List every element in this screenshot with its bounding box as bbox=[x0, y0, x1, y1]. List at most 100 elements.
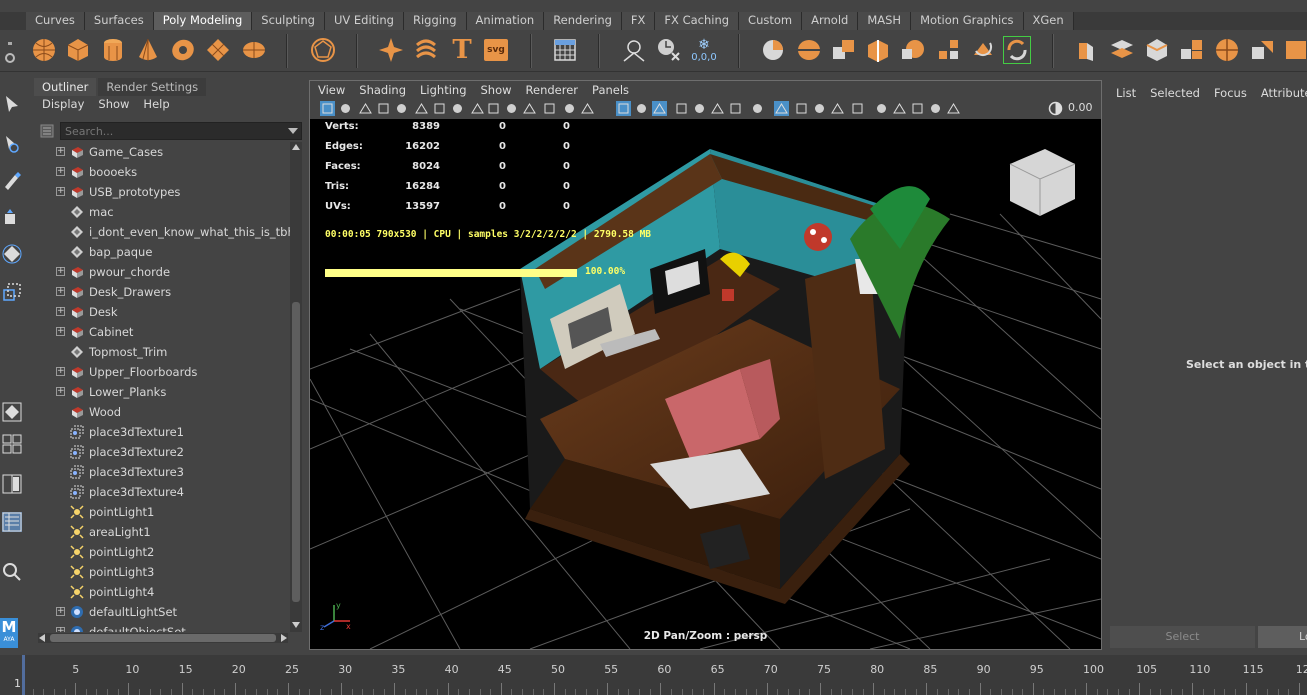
xray-components-icon[interactable] bbox=[874, 101, 889, 116]
fill-hole-icon[interactable] bbox=[1282, 36, 1307, 64]
current-frame-marker[interactable] bbox=[22, 655, 25, 695]
outliner-item[interactable]: + Cabinet bbox=[34, 322, 290, 342]
select-camera-icon[interactable] bbox=[320, 101, 335, 116]
outliner-item[interactable]: pointLight3 bbox=[34, 562, 290, 582]
expand-icon[interactable]: + bbox=[56, 307, 65, 316]
expand-icon[interactable]: + bbox=[56, 147, 65, 156]
extract-icon[interactable] bbox=[760, 36, 788, 64]
outliner-item[interactable]: bap_paque bbox=[34, 242, 290, 262]
ambient-occlusion-icon[interactable] bbox=[728, 101, 743, 116]
outliner-item[interactable]: i_dont_even_know_what_this_is_tbh bbox=[34, 222, 290, 242]
search-input[interactable] bbox=[60, 122, 302, 140]
shelf-tab-fx[interactable]: FX bbox=[621, 12, 656, 30]
menu-attributes[interactable]: Attributes bbox=[1261, 80, 1307, 106]
paint-select-icon[interactable] bbox=[2, 170, 22, 190]
outliner-item[interactable]: + Desk_Drawers bbox=[34, 282, 290, 302]
chevron-down-icon[interactable] bbox=[288, 128, 298, 134]
scroll-thumb[interactable] bbox=[50, 634, 276, 642]
expand-icon[interactable]: + bbox=[56, 167, 65, 176]
measure-tool-icon[interactable] bbox=[620, 36, 648, 64]
outliner-item[interactable]: + Game_Cases bbox=[34, 142, 290, 162]
outliner-item[interactable]: + pwour_chorde bbox=[34, 262, 290, 282]
scroll-left-icon[interactable] bbox=[39, 634, 45, 642]
two-panels-icon[interactable] bbox=[910, 101, 925, 116]
super-shape-icon[interactable] bbox=[377, 36, 405, 64]
scale-tool-icon[interactable] bbox=[2, 282, 22, 302]
zoom-icon[interactable] bbox=[2, 562, 22, 582]
outliner-vertical-scrollbar[interactable] bbox=[290, 142, 302, 632]
outliner-item[interactable]: areaLight1 bbox=[34, 522, 290, 542]
paint-icon[interactable] bbox=[432, 101, 447, 116]
menu-display[interactable]: Display bbox=[42, 96, 84, 114]
tab-outliner[interactable]: Outliner bbox=[34, 78, 97, 96]
separate-icon[interactable] bbox=[795, 36, 823, 64]
outliner-item[interactable]: Wood bbox=[34, 402, 290, 422]
wireframe-icon[interactable] bbox=[580, 101, 595, 116]
menu-lighting[interactable]: Lighting bbox=[420, 81, 466, 99]
expand-icon[interactable]: + bbox=[56, 327, 65, 336]
outliner-item[interactable]: mac bbox=[34, 202, 290, 222]
exposure-reset-icon[interactable] bbox=[946, 101, 961, 116]
single-panel-icon[interactable] bbox=[892, 101, 907, 116]
xray-icon[interactable] bbox=[830, 101, 845, 116]
bevel-cube-icon[interactable] bbox=[1143, 36, 1171, 64]
shelf-tab-arnold[interactable]: Arnold bbox=[802, 12, 859, 30]
target-weld-icon[interactable] bbox=[1248, 36, 1276, 64]
platonic-solid-icon[interactable] bbox=[309, 36, 337, 64]
snow-coords-icon[interactable]: ❄ 0,0,0 bbox=[690, 36, 718, 64]
image-plane-icon[interactable] bbox=[376, 101, 391, 116]
combine-icon[interactable] bbox=[830, 36, 858, 64]
retopology-icon[interactable] bbox=[1003, 36, 1031, 64]
scroll-thumb[interactable] bbox=[292, 302, 300, 602]
mesh-grid-icon[interactable] bbox=[551, 36, 579, 64]
bevel-icon[interactable] bbox=[864, 36, 892, 64]
gate-mask-icon[interactable] bbox=[504, 101, 519, 116]
shaded-wireframe-icon[interactable] bbox=[652, 101, 667, 116]
shelf-tab-fx-caching[interactable]: FX Caching bbox=[655, 12, 740, 30]
clock-delete-icon[interactable] bbox=[655, 36, 683, 64]
shelf-tab-animation[interactable]: Animation bbox=[466, 12, 545, 30]
poly-torus-icon[interactable] bbox=[169, 36, 197, 64]
motion-blur-icon[interactable] bbox=[750, 101, 765, 116]
grid-icon[interactable] bbox=[450, 101, 465, 116]
outliner-item[interactable]: + USB_prototypes bbox=[34, 182, 290, 202]
outliner-item[interactable]: + defaultObjectSet bbox=[34, 622, 290, 632]
poly-plane-icon[interactable] bbox=[204, 36, 232, 64]
isolate-select-icon[interactable] bbox=[812, 101, 827, 116]
four-view-layout-icon[interactable] bbox=[2, 434, 22, 454]
anti-aliasing-icon[interactable] bbox=[774, 101, 789, 116]
menu-selected[interactable]: Selected bbox=[1150, 80, 1200, 106]
poly-sphere-icon[interactable] bbox=[30, 36, 58, 64]
film-gate-icon[interactable] bbox=[470, 101, 485, 116]
scroll-right-icon[interactable] bbox=[281, 634, 287, 642]
exposure-value[interactable]: 0.00 bbox=[1068, 101, 1093, 114]
outliner-item[interactable]: + defaultLightSet bbox=[34, 602, 290, 622]
smooth-icon[interactable] bbox=[899, 36, 927, 64]
menu-panels[interactable]: Panels bbox=[592, 81, 629, 99]
mirror-icon[interactable] bbox=[935, 36, 963, 64]
bridge-icon[interactable] bbox=[1108, 36, 1136, 64]
shadows-icon[interactable] bbox=[710, 101, 725, 116]
shelf-tab-uv-editing[interactable]: UV Editing bbox=[324, 12, 404, 30]
menu-list[interactable]: List bbox=[1116, 80, 1136, 106]
menu-help[interactable]: Help bbox=[143, 96, 169, 114]
expand-icon[interactable]: + bbox=[56, 367, 65, 376]
shelf-tab-rigging[interactable]: Rigging bbox=[403, 12, 467, 30]
single-view-layout-icon[interactable] bbox=[2, 402, 22, 422]
menu-focus[interactable]: Focus bbox=[1214, 80, 1247, 106]
outliner-item[interactable]: place3dTexture4 bbox=[34, 482, 290, 502]
textures-icon[interactable] bbox=[674, 101, 689, 116]
select-button[interactable]: Select bbox=[1110, 626, 1255, 648]
shelf-tab-mash[interactable]: MASH bbox=[858, 12, 912, 30]
expand-icon[interactable]: + bbox=[56, 607, 65, 616]
multi-cut-icon[interactable] bbox=[1178, 36, 1206, 64]
outliner-item[interactable]: Topmost_Trim bbox=[34, 342, 290, 362]
poly-cube-icon[interactable] bbox=[64, 36, 92, 64]
grease-pencil-icon[interactable] bbox=[414, 101, 429, 116]
menu-show[interactable]: Show bbox=[98, 96, 129, 114]
exposure-icon[interactable] bbox=[1048, 101, 1063, 116]
view-cube[interactable] bbox=[1009, 149, 1076, 216]
menu-show[interactable]: Show bbox=[481, 81, 512, 99]
outliner-item[interactable]: + Lower_Planks bbox=[34, 382, 290, 402]
rotate-tool-icon[interactable] bbox=[2, 244, 22, 264]
